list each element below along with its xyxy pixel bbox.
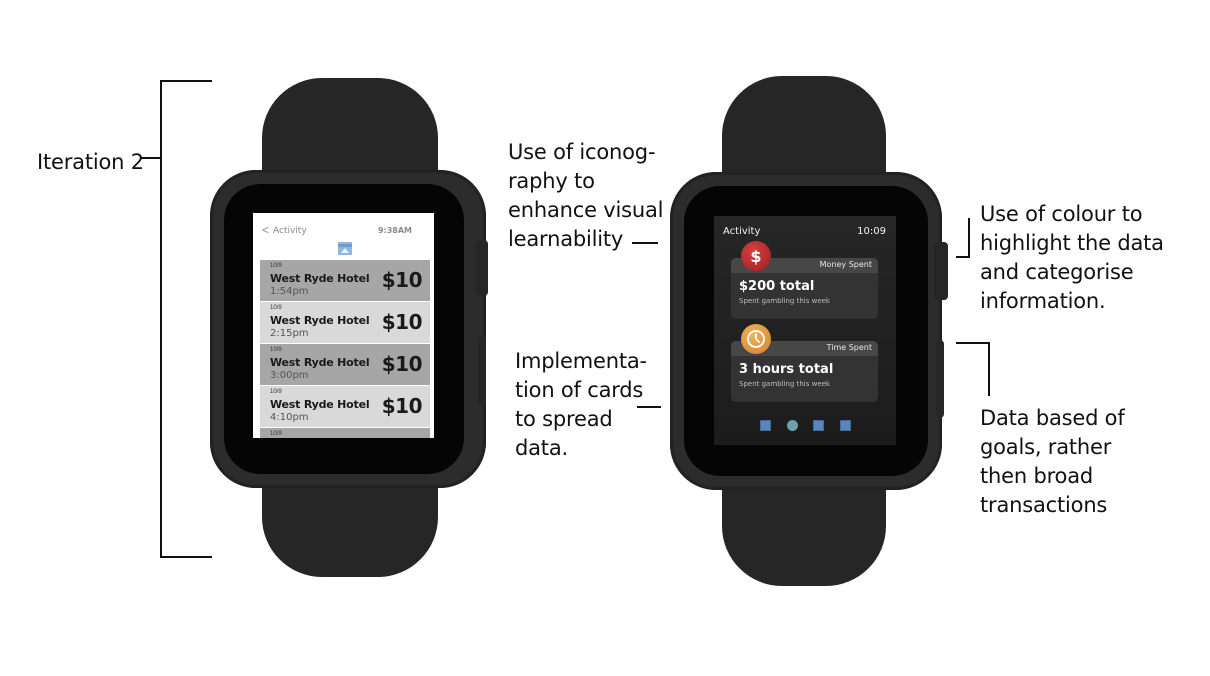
transaction-place: West Ryde Hotel: [270, 314, 370, 327]
clock-icon: [741, 324, 771, 354]
colour-connector-v: [968, 218, 970, 258]
card-value: 3 hours total: [739, 362, 834, 377]
bracket-tick: [141, 157, 161, 159]
colour-connector-h: [956, 256, 970, 258]
goals-note: Data based of goals, rather then broad t…: [980, 406, 1125, 517]
left-screen-title: Activity: [273, 226, 307, 236]
transaction-list[interactable]: 10/9 West Ryde Hotel 1:54pm $10 10/9 West Ryd…: [260, 260, 430, 438]
back-chevron-icon[interactable]: <: [262, 223, 269, 237]
right-watch-crown[interactable]: [934, 242, 948, 300]
transaction-row[interactable]: 10/9 West Ryde Hotel 1:54pm $10: [260, 260, 430, 302]
transaction-place: West Ryde Hotel: [270, 356, 370, 369]
card-subtitle: Spent gambling this week: [739, 380, 830, 388]
left-watch-screen: < Activity 9:38AM 10/9 West Ryde Hotel 1:5…: [253, 213, 434, 438]
transaction-amount: $10: [381, 268, 423, 292]
goals-connector-h: [956, 342, 990, 344]
bracket-bottom: [160, 556, 212, 558]
transaction-amount: $10: [381, 352, 423, 376]
transaction-row[interactable]: 10/9 West Ryde Hotel 2:15pm $10: [260, 302, 430, 344]
left-screen-header: < Activity 9:38AM: [253, 213, 434, 257]
page-dot-1[interactable]: [760, 420, 771, 431]
right-screen-time: 10:09: [857, 226, 886, 237]
card-subtitle: Spent gambling this week: [739, 297, 830, 305]
card-value: $200 total: [739, 279, 815, 294]
transaction-amount: $10: [381, 394, 423, 418]
transaction-place: West Ryde Hotel: [270, 272, 370, 285]
bracket-vertical: [160, 80, 162, 558]
dollar-icon: $: [741, 241, 771, 271]
calendar-icon[interactable]: [338, 242, 352, 255]
iconography-note: Use of iconog- raphy to enhance visual l…: [508, 140, 664, 251]
transaction-time: 3:00pm: [270, 370, 309, 381]
transaction-time: 1:54pm: [270, 286, 309, 297]
transaction-time: 4:10pm: [270, 412, 309, 423]
page-dot-2[interactable]: [787, 420, 798, 431]
cards-note: Implementa- tion of cards to spread data…: [515, 349, 647, 460]
iteration-label: Iteration 2: [37, 150, 144, 174]
right-watch-screen: Activity 10:09 Money Spent $200 total Sp…: [714, 216, 896, 445]
left-watch-crown[interactable]: [476, 240, 488, 296]
iconography-connector: [632, 242, 658, 244]
cards-connector: [637, 406, 661, 408]
transaction-amount: $10: [382, 436, 423, 438]
transaction-date: 10/9: [270, 263, 282, 269]
card-label: Time Spent: [826, 343, 872, 352]
page-dot-4[interactable]: [840, 420, 851, 431]
transaction-date: 10/9: [270, 431, 282, 437]
transaction-amount: $10: [381, 310, 423, 334]
transaction-row[interactable]: 10/9 $10: [260, 428, 430, 438]
right-watch-side-button[interactable]: [936, 340, 944, 418]
transaction-place: West Ryde Hotel: [270, 398, 370, 411]
transaction-date: 10/9: [270, 389, 282, 395]
card-label: Money Spent: [819, 260, 872, 269]
left-watch-side-button[interactable]: [478, 336, 486, 406]
bracket-top: [160, 80, 212, 82]
colour-note: Use of colour to highlight the data and …: [980, 202, 1164, 313]
transaction-date: 10/9: [270, 305, 282, 311]
transaction-time: 2:15pm: [270, 328, 309, 339]
dollar-glyph: $: [750, 246, 762, 266]
transaction-date: 10/9: [270, 347, 282, 353]
transaction-row[interactable]: 10/9 West Ryde Hotel 4:10pm $10: [260, 386, 430, 428]
page-dot-3[interactable]: [813, 420, 824, 431]
transaction-row[interactable]: 10/9 West Ryde Hotel 3:00pm $10: [260, 344, 430, 386]
right-screen-title: Activity: [723, 226, 761, 237]
left-screen-time: 9:38AM: [377, 226, 412, 235]
goals-connector-v: [988, 342, 990, 396]
